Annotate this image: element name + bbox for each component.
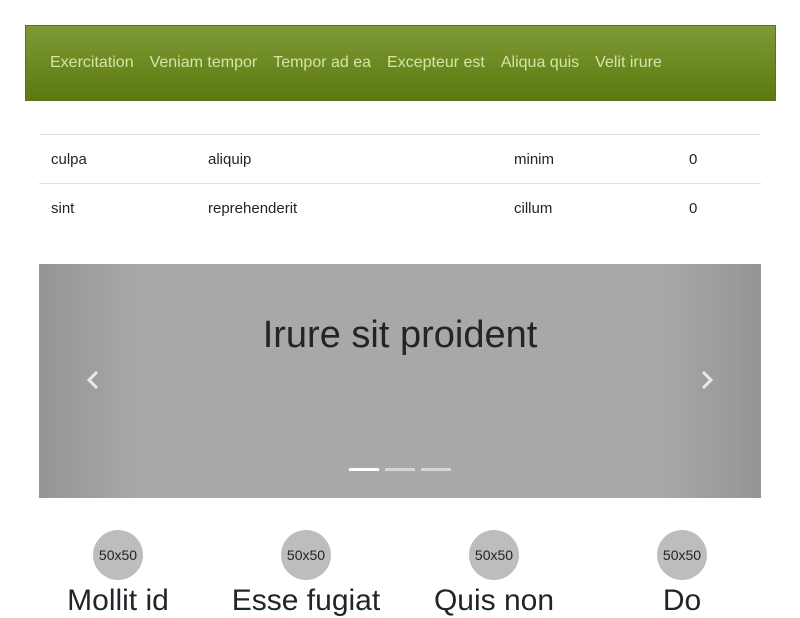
navbar: Exercitation Veniam tempor Tempor ad ea … <box>25 25 776 101</box>
table-cell: sint <box>39 183 196 233</box>
chevron-left-icon <box>86 370 99 390</box>
table-cell: minim <box>502 134 677 184</box>
table-row: culpa aliquip minim 0 <box>39 134 761 184</box>
feature-item: 50x50 Mollit id <box>28 530 208 618</box>
data-table: culpa aliquip minim 0 sint reprehenderit… <box>39 134 761 233</box>
nav-link-excepteur-est[interactable]: Excepteur est <box>379 54 493 72</box>
carousel-indicator[interactable] <box>385 468 415 471</box>
feature-title: Mollit id <box>67 584 169 617</box>
carousel-caption: Irure sit proident <box>262 314 538 356</box>
feature-thumbnail: 50x50 <box>281 530 331 580</box>
table-cell: reprehenderit <box>196 183 502 233</box>
carousel-indicator[interactable] <box>421 468 451 471</box>
carousel-next-button[interactable] <box>695 368 719 392</box>
feature-title: Esse fugiat <box>231 584 381 617</box>
table-cell: 0 <box>677 134 761 184</box>
feature-title: Do <box>662 584 702 617</box>
carousel: Irure sit proident <box>39 264 761 498</box>
carousel-indicator[interactable] <box>349 468 379 471</box>
table-cell: cillum <box>502 183 677 233</box>
table-cell: aliquip <box>196 134 502 184</box>
nav-link-aliqua-quis[interactable]: Aliqua quis <box>493 54 587 72</box>
carousel-prev-button[interactable] <box>81 368 105 392</box>
table-row: sint reprehenderit cillum 0 <box>39 183 761 233</box>
nav-link-velit-irure[interactable]: Velit irure <box>587 54 670 72</box>
nav-link-veniam-tempor[interactable]: Veniam tempor <box>142 54 266 72</box>
feature-thumbnail: 50x50 <box>657 530 707 580</box>
feature-item: 50x50 Quis non <box>404 530 584 618</box>
feature-item: 50x50 Esse fugiat <box>216 530 396 618</box>
table-cell: 0 <box>677 183 761 233</box>
feature-thumbnail: 50x50 <box>93 530 143 580</box>
feature-title: Quis non <box>433 584 555 617</box>
carousel-indicators <box>349 468 451 471</box>
table-cell: culpa <box>39 134 196 184</box>
feature-item: 50x50 Do <box>592 530 772 618</box>
feature-thumbnail: 50x50 <box>469 530 519 580</box>
nav-link-tempor-ad-ea[interactable]: Tempor ad ea <box>265 54 379 72</box>
chevron-right-icon <box>701 370 714 390</box>
nav-link-exercitation[interactable]: Exercitation <box>42 54 142 72</box>
